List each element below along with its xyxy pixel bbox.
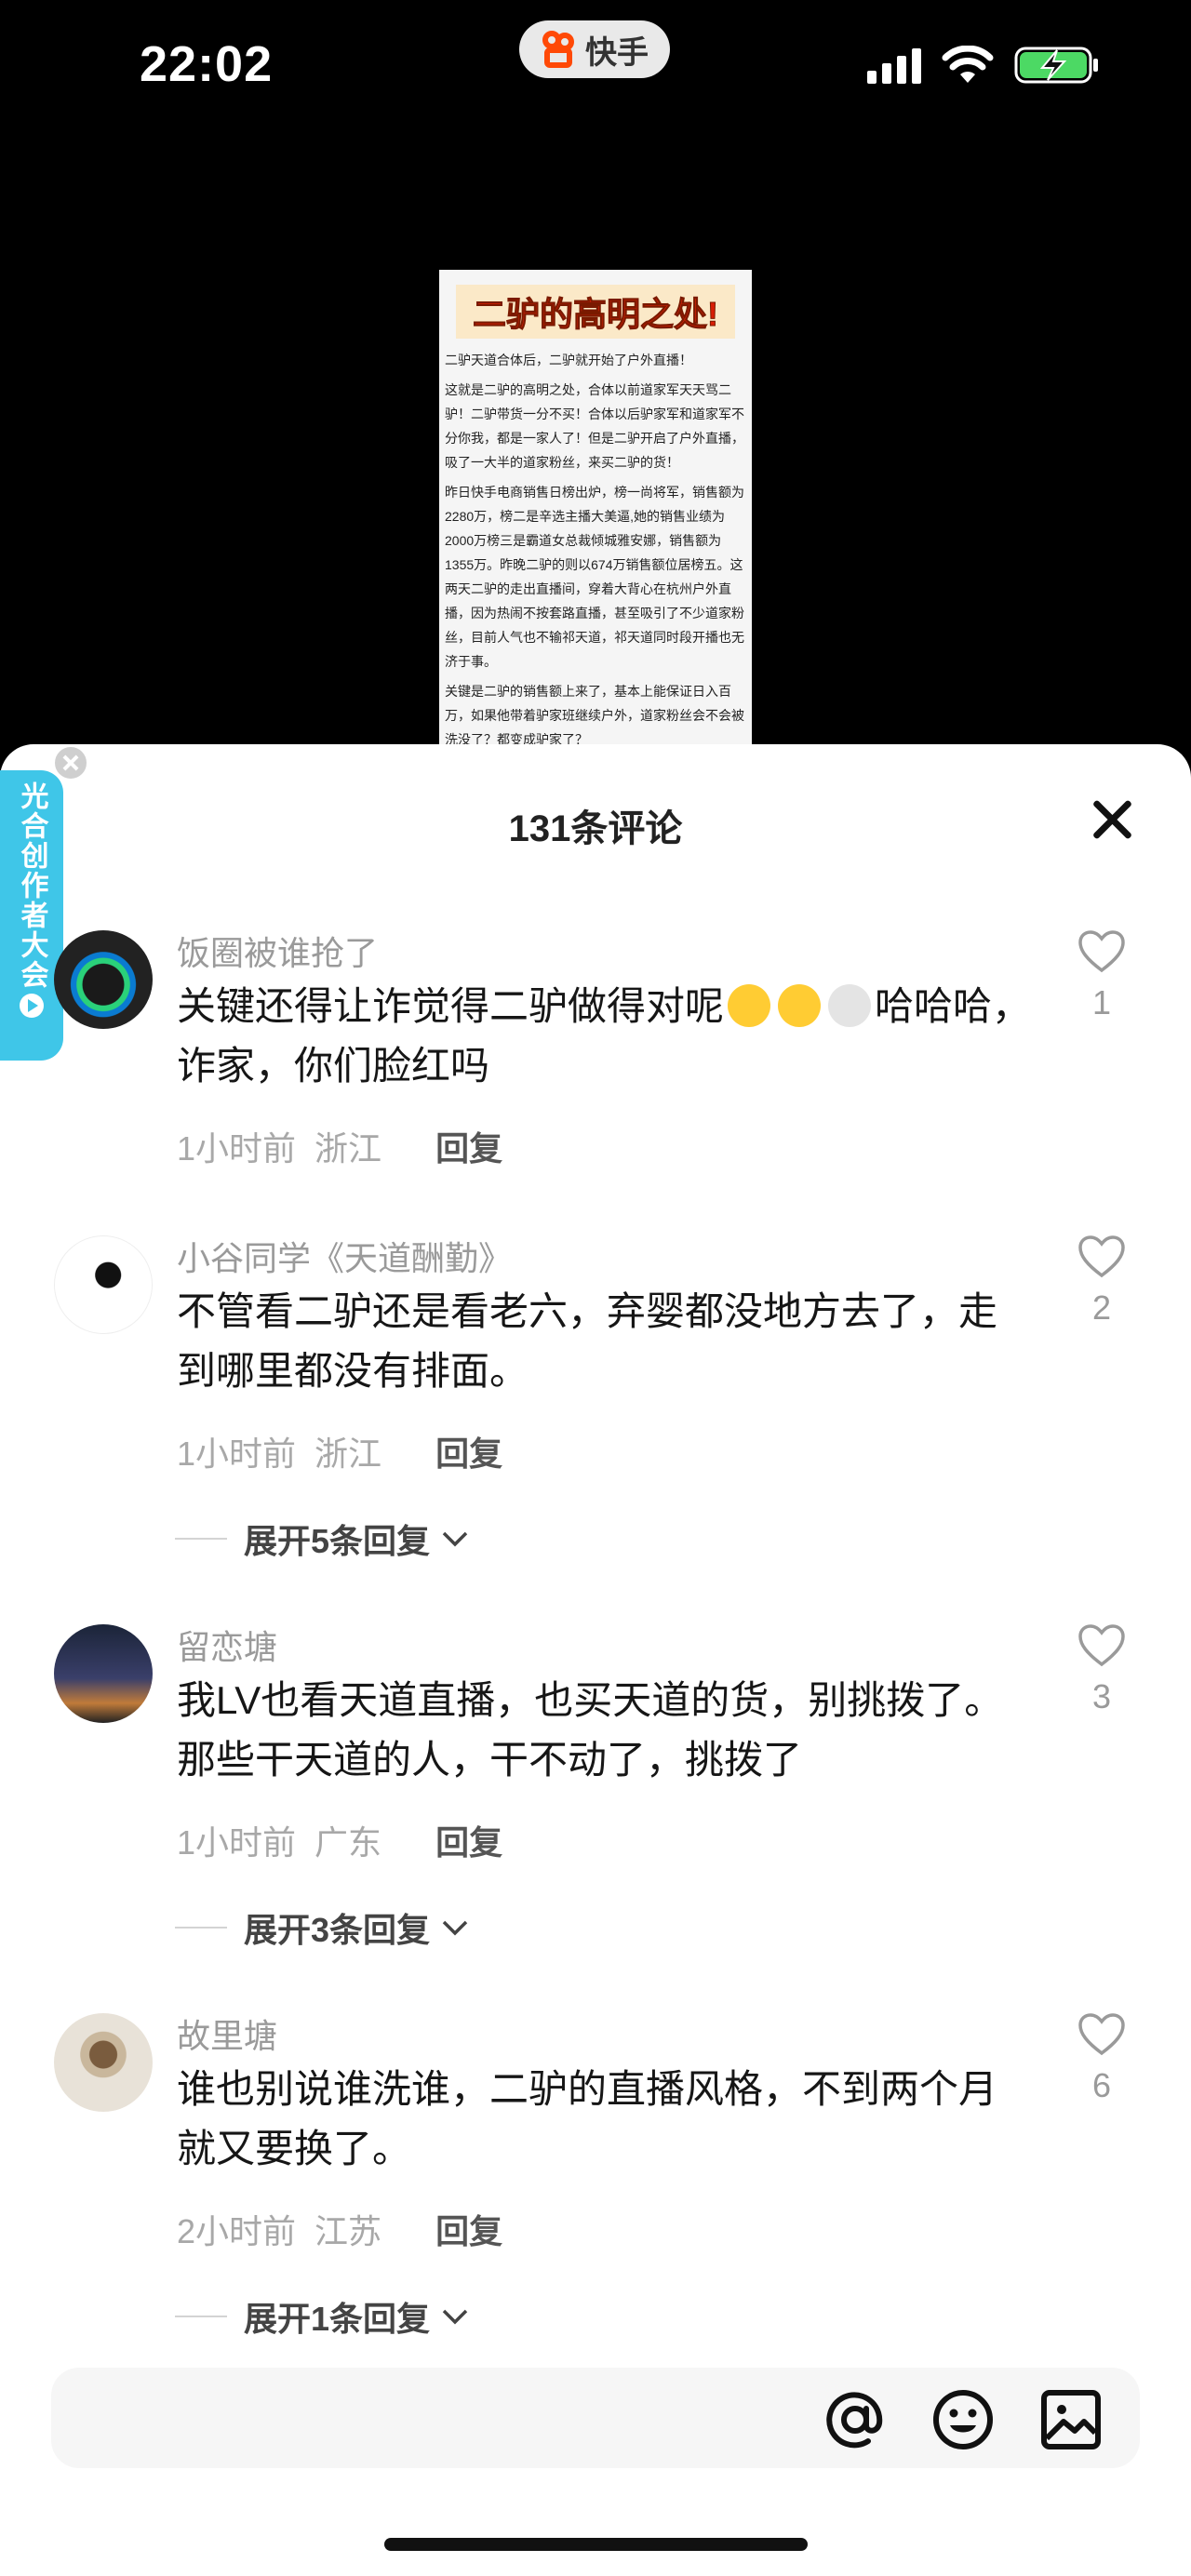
document-title: 二驴的高明之处! <box>456 285 735 339</box>
play-icon <box>20 994 44 1018</box>
expand-replies-button[interactable]: 展开3条回复 <box>175 1903 469 1952</box>
status-time: 22:02 <box>140 36 274 92</box>
comment-region: 浙江 <box>314 1129 382 1168</box>
reply-button[interactable]: 回复 <box>435 1823 502 1862</box>
comment-meta: 1小时前 浙江 回复 <box>177 1427 502 1475</box>
divider <box>175 1927 227 1929</box>
like-button[interactable]: 2 <box>1064 1235 1139 1328</box>
like-count: 6 <box>1091 2066 1112 2104</box>
like-count: 3 <box>1091 1677 1112 1715</box>
signal-icon <box>867 47 921 84</box>
comments-count-title: 131条评论 <box>508 808 683 849</box>
comment-username[interactable]: 饭圈被谁抢了 <box>177 927 378 975</box>
video-player[interactable]: 二驴的高明之处! 二驴天道合体后，二驴就开始了户外直播！ 这就是二驴的高明之处，… <box>0 140 1191 884</box>
comment-meta: 1小时前 广东 回复 <box>177 1816 502 1864</box>
comment-region: 江苏 <box>314 2212 382 2250</box>
comment-text[interactable]: 谁也别说谁洗谁，二驴的直播风格，不到两个月就又要换了。 <box>177 2060 1033 2179</box>
comment-region: 浙江 <box>314 1435 382 1473</box>
comment-time: 1小时前 <box>177 1823 297 1862</box>
app-name: 快手 <box>585 34 649 71</box>
heart-icon <box>1078 1624 1125 1667</box>
divider <box>175 1538 227 1540</box>
heart-icon <box>1078 930 1125 973</box>
at-icon[interactable] <box>823 2388 887 2451</box>
comment-text-part: 关键还得让诈觉得二驴做得对呢 <box>177 984 725 1028</box>
comment-meta: 1小时前 浙江 回复 <box>177 1122 502 1170</box>
grin-emoji-icon <box>728 984 771 1027</box>
avatar[interactable] <box>54 930 153 1029</box>
image-icon[interactable] <box>1039 2388 1103 2451</box>
input-icons <box>823 2388 1103 2451</box>
status-icons <box>867 45 1100 86</box>
expand-replies-label: 展开3条回复 <box>244 1911 431 1949</box>
heart-icon <box>1078 2013 1125 2056</box>
comment-username[interactable]: 小谷同学《天道酬勤》 <box>177 1232 512 1280</box>
comment-time: 1小时前 <box>177 1435 297 1473</box>
expand-replies-label: 展开5条回复 <box>244 1522 431 1560</box>
battery-charging-icon <box>1014 47 1098 84</box>
badge-label: 光合创作者大会 <box>16 781 47 990</box>
like-button[interactable]: 1 <box>1064 930 1139 1022</box>
kuaishou-logo-icon <box>541 31 578 68</box>
reply-button[interactable]: 回复 <box>435 1129 502 1168</box>
document-paragraph: 这就是二驴的高明之处，合体以前道家军天天骂二驴！二驴带货一分不买！合体以后驴家军… <box>445 382 744 470</box>
comment-username[interactable]: 留恋塘 <box>177 1621 277 1669</box>
comment-region: 广东 <box>314 1823 382 1862</box>
comment-input-bar <box>51 2368 1140 2468</box>
reply-button[interactable]: 回复 <box>435 2212 502 2250</box>
heart-icon <box>1078 1235 1125 1278</box>
like-count: 2 <box>1091 1288 1112 1327</box>
chevron-down-icon <box>442 1920 468 1936</box>
avatar[interactable] <box>54 2013 153 2112</box>
expand-replies-button[interactable]: 展开1条回复 <box>175 2292 469 2341</box>
like-button[interactable]: 3 <box>1064 1624 1139 1716</box>
home-indicator[interactable] <box>384 2538 808 2551</box>
neutral-emoji-icon <box>828 984 872 1027</box>
like-button[interactable]: 6 <box>1064 2013 1139 2105</box>
app-indicator-pill[interactable]: 快手 <box>519 20 670 78</box>
emoji-icon[interactable] <box>931 2388 995 2451</box>
comment-input[interactable] <box>51 2368 814 2468</box>
wifi-icon <box>942 46 994 83</box>
badge-close-icon[interactable] <box>52 744 89 781</box>
comment-text[interactable]: 我LV也看天道直播，也买天道的货，别挑拨了。那些干天道的人，干不动了，挑拨了 <box>177 1671 1033 1790</box>
document-paragraph: 关键是二驴的销售额上来了，基本上能保证日入百万，如果他带着驴家班继续户外，道家粉… <box>445 684 744 747</box>
comment-time: 1小时前 <box>177 1129 297 1168</box>
creator-conference-badge[interactable]: 光合创作者大会 <box>0 770 63 1061</box>
reply-button[interactable]: 回复 <box>435 1435 502 1473</box>
close-button[interactable] <box>1091 798 1135 843</box>
comment-text[interactable]: 关键还得让诈觉得二驴做得对呢 哈哈哈，诈家，你们脸红吗 <box>177 977 1033 1096</box>
comment-meta: 2小时前 江苏 回复 <box>177 2205 502 2253</box>
grin-emoji-icon <box>778 984 822 1027</box>
chevron-down-icon <box>442 2309 468 2325</box>
expand-replies-label: 展开1条回复 <box>244 2300 431 2338</box>
avatar[interactable] <box>54 1624 153 1723</box>
document-paragraph: 二驴天道合体后，二驴就开始了户外直播！ <box>445 353 692 367</box>
comment-username[interactable]: 故里塘 <box>177 2009 277 2058</box>
status-bar: 22:02 快手 <box>0 0 1191 140</box>
comment-text[interactable]: 不管看二驴还是看老六，弃婴都没地方去了，走到哪里都没有排面。 <box>177 1282 1033 1401</box>
comment-time: 2小时前 <box>177 2212 297 2250</box>
document-paragraph: 昨日快手电商销售日榜出炉，榜一尚将军，销售额为2280万，榜二是辛选主播大美逼,… <box>445 485 744 669</box>
divider <box>175 2316 227 2317</box>
expand-replies-button[interactable]: 展开5条回复 <box>175 1515 469 1563</box>
avatar[interactable] <box>54 1235 153 1334</box>
chevron-down-icon <box>442 1531 468 1547</box>
like-count: 1 <box>1091 983 1112 1021</box>
